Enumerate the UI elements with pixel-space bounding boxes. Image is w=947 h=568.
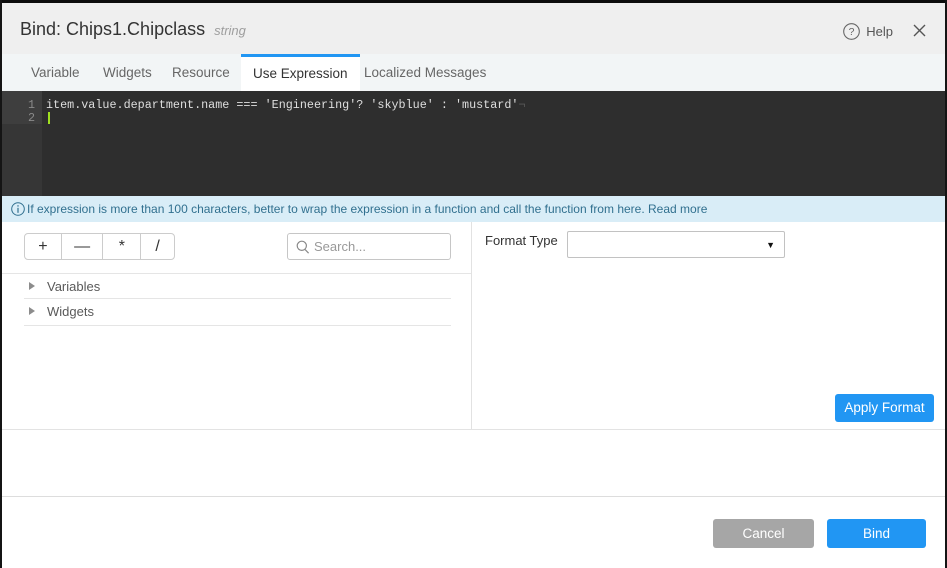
svg-text:?: ? <box>849 26 855 38</box>
